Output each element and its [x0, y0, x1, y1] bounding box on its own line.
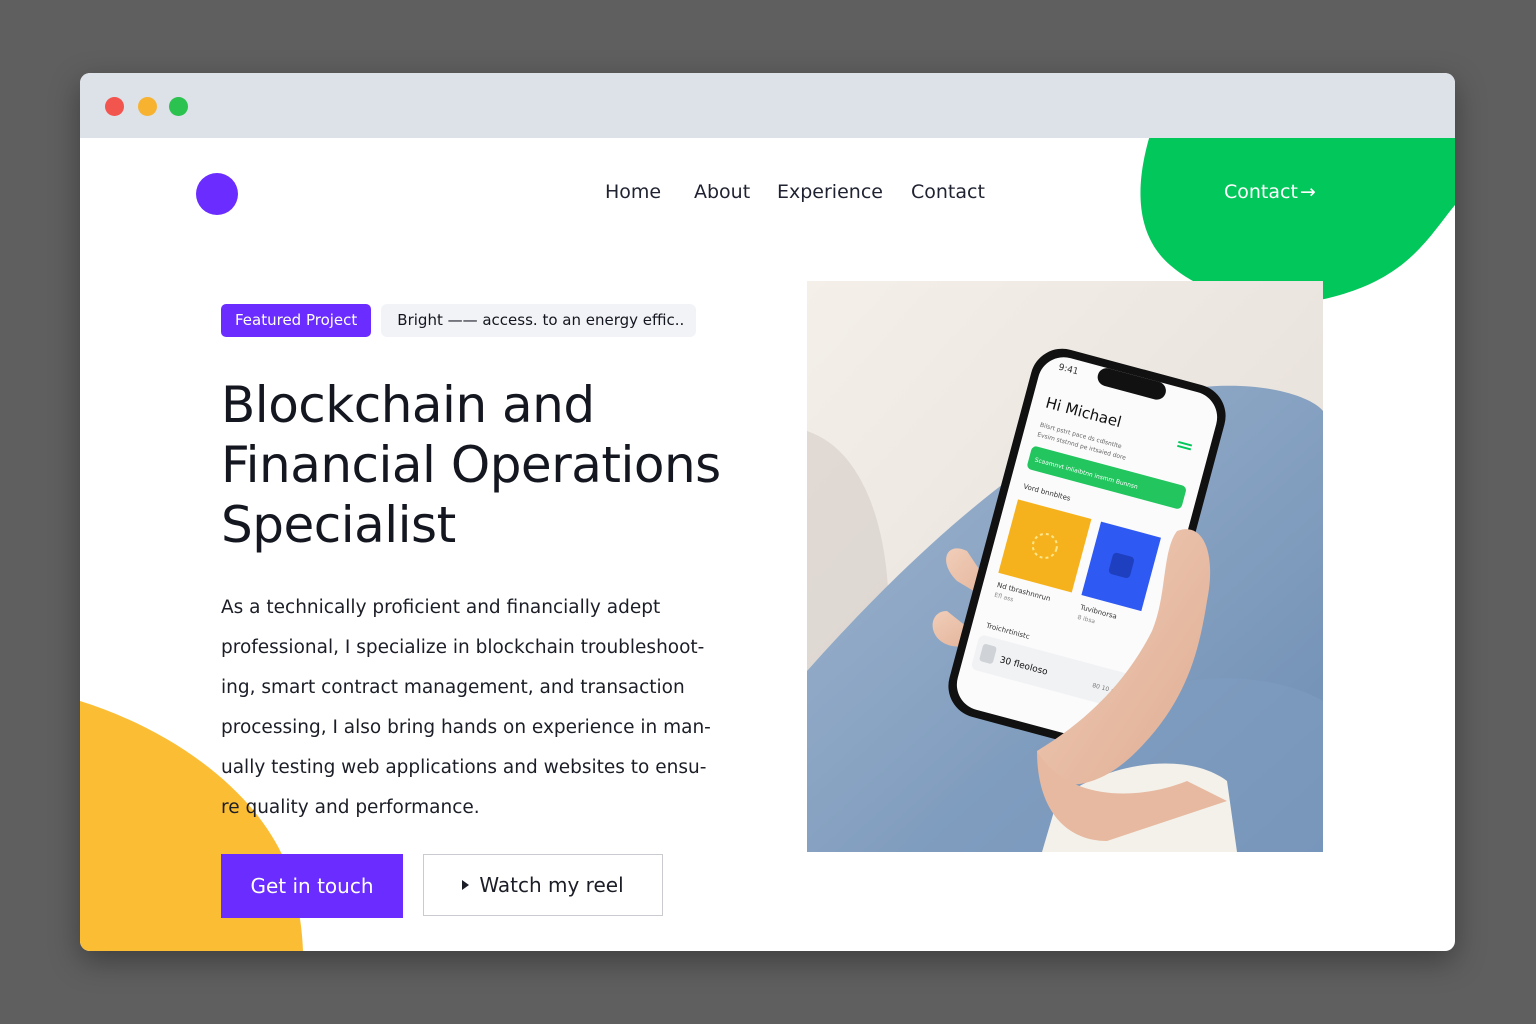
hero-description-line: ually testing web applications and websi…	[221, 757, 707, 778]
hero-title-line: Specialist	[221, 496, 456, 554]
nav-item-experience[interactable]: Experience	[777, 181, 883, 203]
contact-cta-label: Contact	[1224, 181, 1298, 203]
get-in-touch-button[interactable]: Get in touch	[221, 854, 403, 918]
green-blob-decoration	[1140, 135, 1455, 304]
nav-item-about[interactable]: About	[694, 181, 750, 203]
close-window-dot[interactable]	[105, 97, 124, 116]
phone-in-hand-illustration: 9:41 Hi Michael Bilsrt pstrt pace ds cdl…	[807, 281, 1323, 852]
hero-content: Featured Project Bright —— access. to an…	[221, 304, 761, 828]
hero-description: As a technically proficient and financia…	[221, 588, 761, 828]
minimize-window-dot[interactable]	[138, 97, 157, 116]
featured-row: Featured Project Bright —— access. to an…	[221, 304, 761, 337]
arrow-right-icon: →	[1299, 181, 1316, 203]
hero-title: Blockchain and Financial Operations Spec…	[221, 375, 761, 555]
featured-project-tagline[interactable]: Bright —— access. to an energy effic..	[381, 304, 697, 337]
hero-title-line: Blockchain and	[221, 376, 595, 434]
hero-description-line: processing, I also bring hands on experi…	[221, 717, 711, 738]
nav-item-home[interactable]: Home	[605, 181, 661, 203]
contact-cta-link[interactable]: Contact →	[1224, 181, 1316, 203]
hero-description-line: professional, I specialize in blockchain…	[221, 637, 705, 658]
hero-description-line: ing, smart contract management, and tran…	[221, 677, 685, 698]
hero-actions: Get in touch Watch my reel	[221, 854, 663, 918]
featured-project-badge[interactable]: Featured Project	[221, 304, 372, 337]
hero-description-line: re quality and performance.	[221, 797, 480, 818]
hero-description-line: As a technically proficient and financia…	[221, 597, 661, 618]
browser-window: Home About Experience Contact Contact → F…	[80, 73, 1455, 951]
brand-logo[interactable]	[196, 173, 238, 215]
play-icon	[462, 880, 470, 890]
hero-photo: 9:41 Hi Michael Bilsrt pstrt pace ds cdl…	[807, 281, 1323, 852]
watch-reel-button[interactable]: Watch my reel	[423, 854, 663, 916]
window-titlebar	[80, 73, 1455, 138]
maximize-window-dot[interactable]	[169, 97, 188, 116]
hero-title-line: Financial Operations	[221, 436, 721, 494]
nav-item-contact[interactable]: Contact	[911, 181, 985, 203]
watch-reel-label: Watch my reel	[479, 873, 624, 897]
